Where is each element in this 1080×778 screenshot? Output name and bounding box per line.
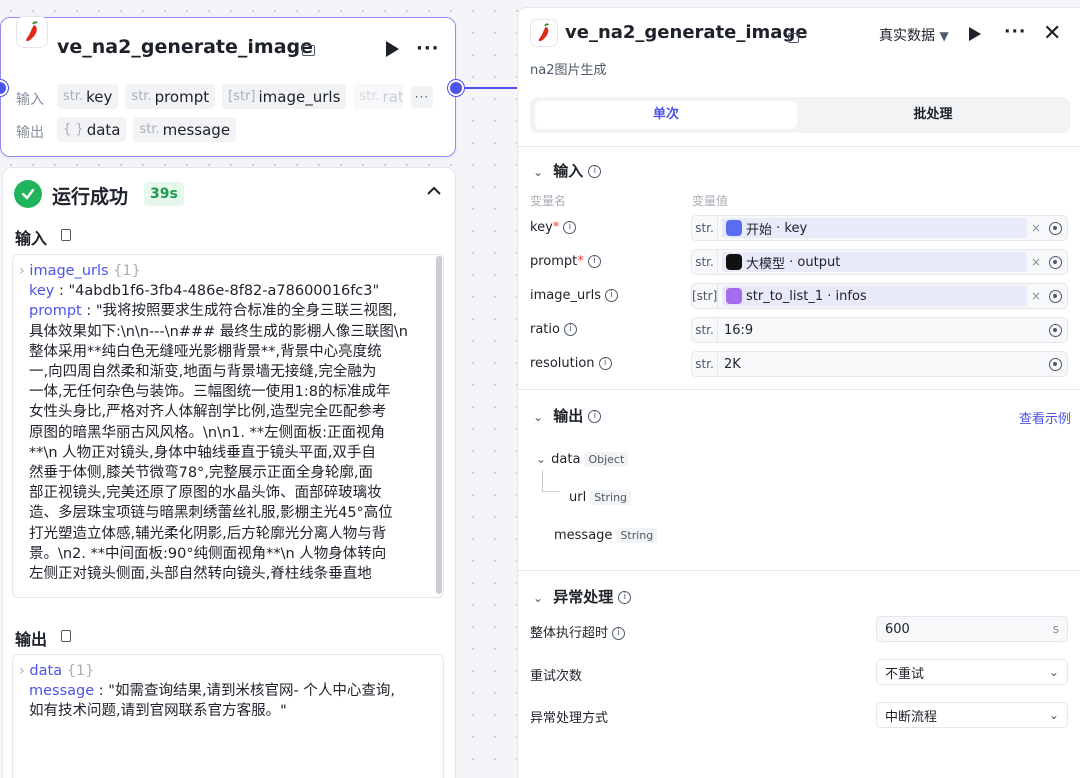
run-duration-badge: 39s — [144, 182, 184, 206]
param-field-ratio[interactable]: str. 16:9 — [691, 317, 1068, 343]
node-type-icon — [302, 45, 315, 56]
result-output-json: › data {1} message : "如需查询结果,请到米核官网- 个人中… — [12, 654, 444, 778]
param-field-image-urls[interactable]: [str] str_to_list_1 · infos × — [691, 283, 1068, 309]
info-icon: i — [588, 165, 602, 178]
run-button[interactable] — [968, 26, 982, 42]
node-output-label: 输出 — [16, 125, 44, 141]
success-check-icon — [14, 180, 42, 208]
output-tree-url: url String — [569, 486, 632, 505]
param-label-resolution: resolution i — [530, 356, 612, 371]
view-example-link[interactable]: 查看示例 — [1019, 408, 1071, 427]
divider — [517, 146, 1080, 147]
run-node-button[interactable] — [384, 40, 400, 58]
run-status-text: 运行成功 — [52, 186, 129, 208]
list-node-icon — [726, 288, 742, 304]
data-mode-select[interactable]: 真实数据 ▼ — [879, 25, 949, 45]
exception-section-header[interactable]: ⌄ 异常处理 i — [533, 586, 632, 607]
column-var-name: 变量名 — [530, 194, 567, 208]
output-tree-message: message String — [554, 524, 658, 543]
copy-output-icon[interactable] — [61, 630, 71, 642]
param-field-prompt[interactable]: str. 大模型 · output × — [691, 249, 1068, 275]
divider — [517, 389, 1080, 390]
panel-title: ve_na2_generate_image — [565, 22, 808, 43]
target-icon — [1049, 255, 1062, 269]
node-title: ve_na2_generate_image — [57, 36, 314, 58]
output-tree-data[interactable]: ⌄ data Object — [536, 448, 629, 467]
input-chip-ratio: str.rati — [353, 84, 404, 109]
chevron-down-icon: ⌄ — [1048, 665, 1059, 679]
connection-edge[interactable] — [465, 87, 518, 89]
json-row-message: message : "如需查询结果,请到米核官网- 个人中心查询, 如有技术问题… — [29, 683, 396, 720]
node-output-port[interactable] — [448, 80, 464, 96]
column-var-value: 变量值 — [692, 194, 729, 208]
param-label-key: key* i — [530, 220, 577, 235]
node-output-chips: { } data str. message — [57, 117, 237, 142]
tree-connector — [542, 470, 560, 492]
retry-label: 重试次数 — [530, 669, 583, 684]
divider — [517, 570, 1080, 571]
param-label-image-urls: image_urls i — [530, 288, 619, 303]
param-field-key[interactable]: str. 开始 · key × — [691, 215, 1068, 241]
close-icon[interactable]: ✕ — [1043, 21, 1061, 46]
node-type-icon — [788, 33, 800, 43]
chili-pepper-icon — [16, 16, 48, 48]
clear-icon[interactable]: × — [1031, 255, 1041, 269]
result-input-title: 输入 — [15, 229, 48, 248]
param-label-prompt: prompt* i — [530, 254, 601, 269]
target-icon — [1049, 221, 1062, 235]
clear-icon[interactable]: × — [1031, 221, 1041, 235]
output-chip-message: str. message — [133, 117, 237, 142]
param-label-ratio: ratio i — [530, 322, 578, 337]
error-handling-select[interactable]: 中断流程 ⌄ — [876, 702, 1068, 728]
input-chip-prompt: str. prompt — [125, 84, 216, 109]
json-row-prompt: prompt : "我将按照要求生成符合标准的全身三联三视图, 具体效果如下:\… — [29, 303, 408, 583]
start-node-icon — [726, 220, 742, 236]
more-inputs-button[interactable]: ··· — [411, 86, 433, 108]
node-input-label: 输入 — [16, 92, 44, 108]
tab-batch[interactable]: 批处理 — [802, 101, 1064, 129]
llm-node-icon — [726, 254, 742, 270]
result-output-title: 输出 — [15, 630, 48, 649]
input-scrollbar[interactable] — [436, 256, 442, 594]
json-row-image-urls[interactable]: › image_urls {1} — [19, 261, 425, 281]
param-field-resolution[interactable]: str. 2K — [691, 351, 1068, 377]
input-chip-key: str. key — [57, 84, 119, 109]
chevron-up-icon[interactable] — [427, 186, 441, 196]
target-icon — [1049, 323, 1062, 337]
timeout-label: 整体执行超时 i — [530, 622, 626, 641]
copy-input-icon[interactable] — [61, 229, 71, 241]
info-icon: i — [618, 591, 632, 604]
info-icon: i — [588, 410, 602, 423]
chili-pepper-icon — [530, 19, 558, 47]
json-row-data[interactable]: › data {1} — [19, 661, 425, 681]
output-chip-data: { } data — [57, 117, 127, 142]
tab-single[interactable]: 单次 — [535, 101, 797, 129]
target-icon — [1049, 289, 1062, 303]
clear-icon[interactable]: × — [1031, 289, 1041, 303]
input-section-header[interactable]: ⌄ 输入 i — [533, 160, 602, 181]
panel-more-button[interactable]: ··· — [1004, 22, 1026, 42]
result-input-json: › image_urls {1} key : "4abdb1f6-3fb4-48… — [12, 254, 444, 598]
target-icon — [1049, 357, 1062, 371]
retry-select[interactable]: 不重试 ⌄ — [876, 659, 1068, 685]
json-row-key: key : "4abdb1f6-3fb4-486e-8f82-a78600016… — [29, 283, 380, 300]
output-section-header[interactable]: ⌄ 输出 i — [533, 405, 602, 426]
input-chip-image-urls: [str] image_urls — [222, 84, 347, 109]
panel-subtitle: na2图片生成 — [530, 63, 607, 78]
chevron-down-icon: ⌄ — [1048, 708, 1059, 722]
error-handling-label: 异常处理方式 — [530, 711, 609, 726]
node-more-button[interactable]: ··· — [416, 38, 440, 59]
node-input-chips: str. key str. prompt [str] image_urls str. r… — [57, 84, 404, 109]
timeout-input[interactable]: 600 s — [876, 616, 1068, 642]
